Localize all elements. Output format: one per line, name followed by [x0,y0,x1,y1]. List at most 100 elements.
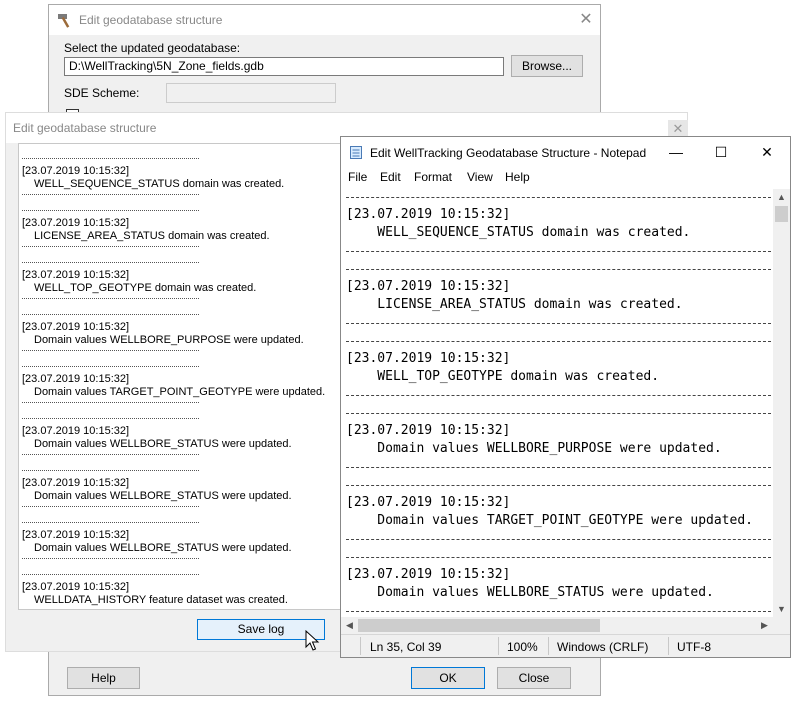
dash-line [346,323,771,324]
log-entry-time: [23.07.2019 10:15:32] [22,477,130,489]
log-entry-message: Domain values WELLBORE_PURPOSE were upda… [34,334,304,346]
log-entry-message: Domain values WELLBORE_STATUS were updat… [34,438,292,450]
status-cursor-position: Ln 35, Col 39 [370,640,442,654]
dash-line [346,269,771,270]
log-entry-time: [23.07.2019 10:15:32] [22,321,130,333]
back-dialog-title: Edit geodatabase structure [79,13,223,27]
hammer-icon [58,14,70,28]
log-text-area[interactable]: [23.07.2019 10:15:32] WELL_SEQUENCE_STATU… [18,143,348,610]
log-separator [22,314,199,315]
log-entry-message: WELL_TOP_GEOTYPE domain was created. [34,282,257,294]
menu-format[interactable]: Format [414,170,452,184]
mouse-cursor-icon [305,630,320,651]
dash-line [346,341,771,342]
scroll-left-icon[interactable]: ◀ [341,617,358,634]
menu-help[interactable]: Help [505,170,530,184]
dash-line [346,467,771,468]
log-separator [22,158,199,159]
dash-line [346,395,771,396]
notepad-entry-time: [23.07.2019 10:15:32] [346,279,511,294]
log-entry-time: [23.07.2019 10:15:32] [22,425,130,437]
notepad-entry-message: WELL_SEQUENCE_STATUS domain was created. [346,225,691,240]
log-separator [22,470,199,471]
log-separator [22,506,199,507]
dash-line [346,251,771,252]
back-dialog-titlebar: Edit geodatabase structure ✕ [49,5,600,35]
status-encoding: UTF-8 [677,640,711,654]
vertical-scroll-thumb[interactable] [775,206,788,222]
log-entry-time: [23.07.2019 10:15:32] [22,529,130,541]
vertical-scrollbar[interactable] [773,189,790,617]
log-separator [22,418,199,419]
dash-line [346,413,771,414]
log-entry-message: Domain values WELLBORE_STATUS were updat… [34,490,292,502]
notepad-status-bar: Ln 35, Col 39 100% Windows (CRLF) UTF-8 [341,634,790,657]
scroll-up-icon[interactable]: ▲ [773,189,790,205]
log-dialog-title: Edit geodatabase structure [13,121,157,135]
notepad-menubar: File Edit Format View Help [341,167,790,187]
back-dialog-close-button[interactable]: ✕ [575,9,597,31]
horizontal-scroll-thumb[interactable] [358,619,600,632]
dash-line [346,197,771,198]
dash-line [346,611,771,612]
status-separator [668,637,669,655]
notepad-titlebar: Edit WellTracking Geodatabase Structure … [341,137,790,167]
notepad-entry-message: LICENSE_AREA_STATUS domain was created. [346,297,683,312]
notepad-entry-time: [23.07.2019 10:15:32] [346,495,511,510]
notepad-entry-message: Domain values WELLBORE_PURPOSE were upda… [346,441,722,456]
menu-edit[interactable]: Edit [380,170,401,184]
notepad-entry-message: WELL_TOP_GEOTYPE domain was created. [346,369,660,384]
dash-line [346,557,771,558]
ok-button[interactable]: OK [411,667,485,689]
notepad-entry-time: [23.07.2019 10:15:32] [346,423,511,438]
status-separator [360,637,361,655]
log-separator [22,402,199,403]
notepad-entry-time: [23.07.2019 10:15:32] [346,351,511,366]
log-entry-time: [23.07.2019 10:15:32] [22,373,130,385]
notepad-title: Edit WellTracking Geodatabase Structure … [370,146,647,160]
log-separator [22,210,199,211]
sde-scheme-label: SDE Scheme: [64,86,140,100]
status-separator [498,637,499,655]
notepad-text-area[interactable]: [23.07.2019 10:15:32] WELL_SEQUENCE_STAT… [341,189,773,617]
log-separator [22,298,199,299]
log-entry-time: [23.07.2019 10:15:32] [22,165,130,177]
scroll-right-icon[interactable]: ▶ [756,617,773,634]
log-separator [22,366,199,367]
log-entry-time: [23.07.2019 10:15:32] [22,217,130,229]
notepad-entry-time: [23.07.2019 10:15:32] [346,567,511,582]
status-separator [548,637,549,655]
notepad-entry-message: Domain values TARGET_POINT_GEOTYPE were … [346,513,753,528]
sde-scheme-input[interactable] [166,83,336,103]
notepad-entry-time: [23.07.2019 10:15:32] [346,207,511,222]
log-entry-time: [23.07.2019 10:15:32] [22,269,130,281]
notepad-window: Edit WellTracking Geodatabase Structure … [340,136,791,658]
minimize-icon[interactable]: — [661,141,691,163]
log-separator [22,246,199,247]
notepad-entry-message: Domain values WELLBORE_STATUS were updat… [346,585,714,600]
menu-file[interactable]: File [348,170,367,184]
maximize-icon[interactable]: ☐ [706,141,736,163]
scroll-down-icon[interactable]: ▼ [773,601,790,617]
status-zoom: 100% [507,640,538,654]
log-separator [22,262,199,263]
log-separator [22,574,199,575]
log-separator [22,522,199,523]
log-entry-message: WELL_SEQUENCE_STATUS domain was created. [34,178,285,190]
log-separator [22,558,199,559]
log-separator [22,454,199,455]
close-button[interactable]: Close [497,667,571,689]
log-entry-message: LICENSE_AREA_STATUS domain was created. [34,230,270,242]
select-gdb-label: Select the updated geodatabase: [64,41,241,55]
browse-button[interactable]: Browse... [511,55,583,77]
log-entry-time: [23.07.2019 10:15:32] [22,581,130,593]
menu-view[interactable]: View [467,170,493,184]
gdb-path-input[interactable]: D:\WellTracking\5N_Zone_fields.gdb [64,57,504,76]
scrollbar-corner [773,617,790,634]
log-entry-message: Domain values TARGET_POINT_GEOTYPE were … [34,386,326,398]
log-separator [22,194,199,195]
close-icon[interactable]: ✕ [752,141,782,163]
log-separator [22,350,199,351]
help-button[interactable]: Help [67,667,140,689]
log-entry-message: WELLDATA_HISTORY feature dataset was cre… [34,594,288,606]
